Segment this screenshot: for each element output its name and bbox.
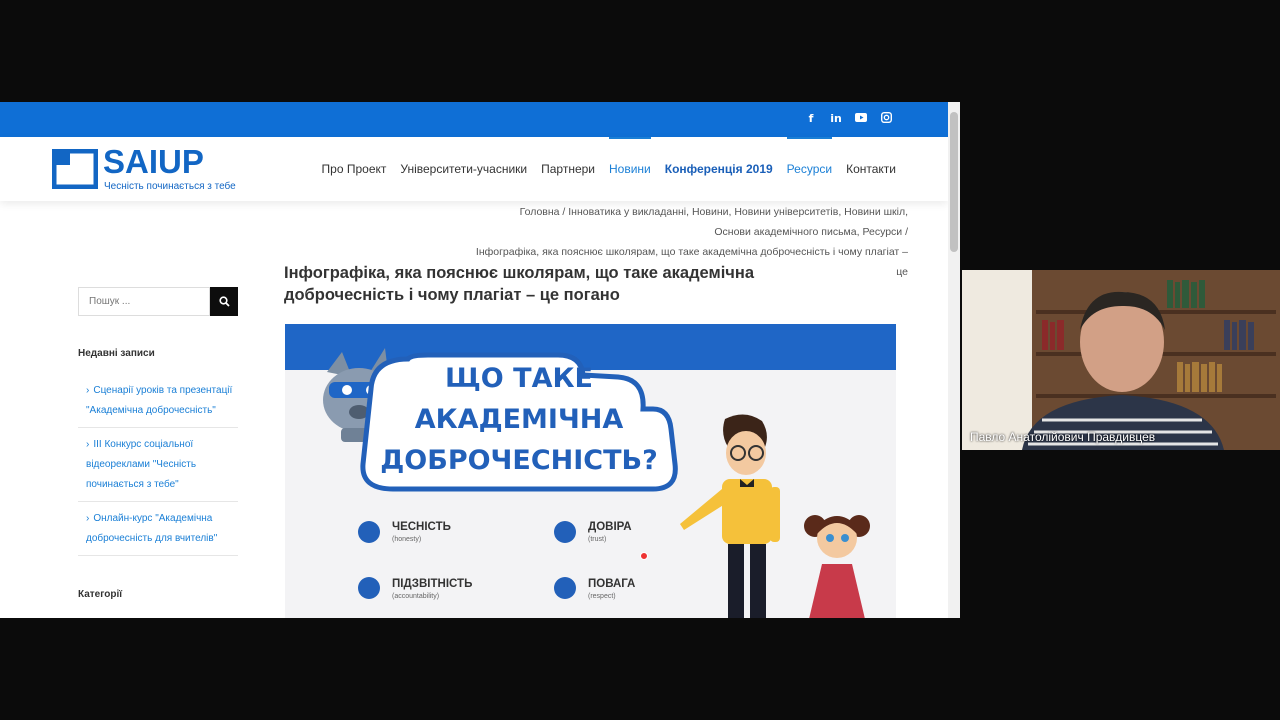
value-dot-honesty <box>358 521 380 543</box>
sidebar-search <box>78 287 238 316</box>
value-honesty-sub: (honesty) <box>392 536 422 543</box>
webcam-scene <box>962 270 1280 450</box>
facebook-icon[interactable]: f <box>804 112 818 126</box>
value-trust-sub: (trust) <box>588 536 607 543</box>
youtube-icon[interactable] <box>854 112 868 126</box>
value-dot-respect <box>554 577 576 599</box>
recent-posts-title: Недавні записи <box>78 348 155 359</box>
chevron-right-icon: › <box>86 385 90 396</box>
boy-illustration <box>680 414 780 618</box>
value-accountability-sub: (accountability) <box>392 593 440 600</box>
search-button[interactable] <box>210 287 238 316</box>
instagram-icon[interactable] <box>879 111 893 126</box>
nav-news[interactable]: Новини <box>609 137 651 176</box>
logo-title[interactable]: SAIUP <box>103 143 204 181</box>
breadcrumb-line-2[interactable]: Основи академічного письма, Ресурси / <box>468 222 908 242</box>
logo-mark[interactable] <box>51 148 99 190</box>
bubble-line-2: АКАДЕМІЧНА <box>414 404 624 435</box>
value-accountability: ПІДЗВІТНІСТЬ <box>392 578 473 590</box>
value-trust: ДОВІРА <box>588 521 632 533</box>
bubble-line-3: ДОБРОЧЕСНІСТЬ? <box>380 445 658 476</box>
value-honesty: ЧЕСНІСТЬ <box>392 521 451 533</box>
categories-title: Категорії <box>78 589 123 600</box>
main-nav: Про Проект Університети-учасники Партнер… <box>322 137 896 176</box>
scrollbar-thumb[interactable] <box>950 112 958 252</box>
logo-subtitle: Чесність починається з тебе <box>104 181 236 192</box>
infographic-image: ЩО ТАКЕ АКАДЕМІЧНА ДОБРОЧЕСНІСТЬ? ЧЕСНІС… <box>285 324 896 618</box>
chevron-right-icon: › <box>86 439 90 450</box>
recent-post-1[interactable]: › Сценарії уроків та презентації "Академі… <box>78 381 238 428</box>
nav-contacts[interactable]: Контакти <box>846 162 896 176</box>
search-icon <box>218 296 230 307</box>
value-respect: ПОВАГА <box>588 578 636 590</box>
shared-screen: f in SAIUP Чесність починається з тебе П… <box>0 102 960 618</box>
linkedin-icon[interactable]: in <box>829 112 843 126</box>
nav-universities[interactable]: Університети-учасники <box>400 162 527 176</box>
nav-resources[interactable]: Ресурси <box>786 137 833 176</box>
site-top-bar: f in <box>0 102 948 137</box>
video-call-stage: f in SAIUP Чесність починається з тебе П… <box>0 0 1280 720</box>
nav-partners[interactable]: Партнери <box>541 162 595 176</box>
title-bubble: ЩО ТАКЕ АКАДЕМІЧНА ДОБРОЧЕСНІСТЬ? <box>353 349 685 494</box>
recent-post-3[interactable]: › Онлайн-курс "Академічна доброчесність д… <box>78 509 238 556</box>
recent-post-2[interactable]: › ІІІ Конкурс соціальної відеореклами "Че… <box>78 435 238 502</box>
participant-video[interactable]: Павло Анатолійович Правдивцев <box>962 270 1280 450</box>
search-input[interactable] <box>78 287 210 316</box>
value-dot-trust <box>554 521 576 543</box>
girl-illustration <box>804 515 870 618</box>
participant-name: Павло Анатолійович Правдивцев <box>970 430 1156 444</box>
value-respect-sub: (respect) <box>588 593 616 600</box>
bubble-line-1: ЩО ТАКЕ <box>445 363 593 394</box>
chevron-right-icon: › <box>86 513 90 524</box>
site-header: SAIUP Чесність починається з тебе Про Пр… <box>0 137 948 201</box>
nav-about[interactable]: Про Проект <box>322 162 387 176</box>
nav-conference[interactable]: Конференція 2019 <box>665 162 773 176</box>
value-dot-accountability <box>358 577 380 599</box>
breadcrumb-line-1[interactable]: Головна / Інноватика у викладанні, Новин… <box>468 202 908 222</box>
article-title: Інфографіка, яка пояснює школярам, що та… <box>284 264 755 304</box>
pointer-dot <box>640 552 648 560</box>
